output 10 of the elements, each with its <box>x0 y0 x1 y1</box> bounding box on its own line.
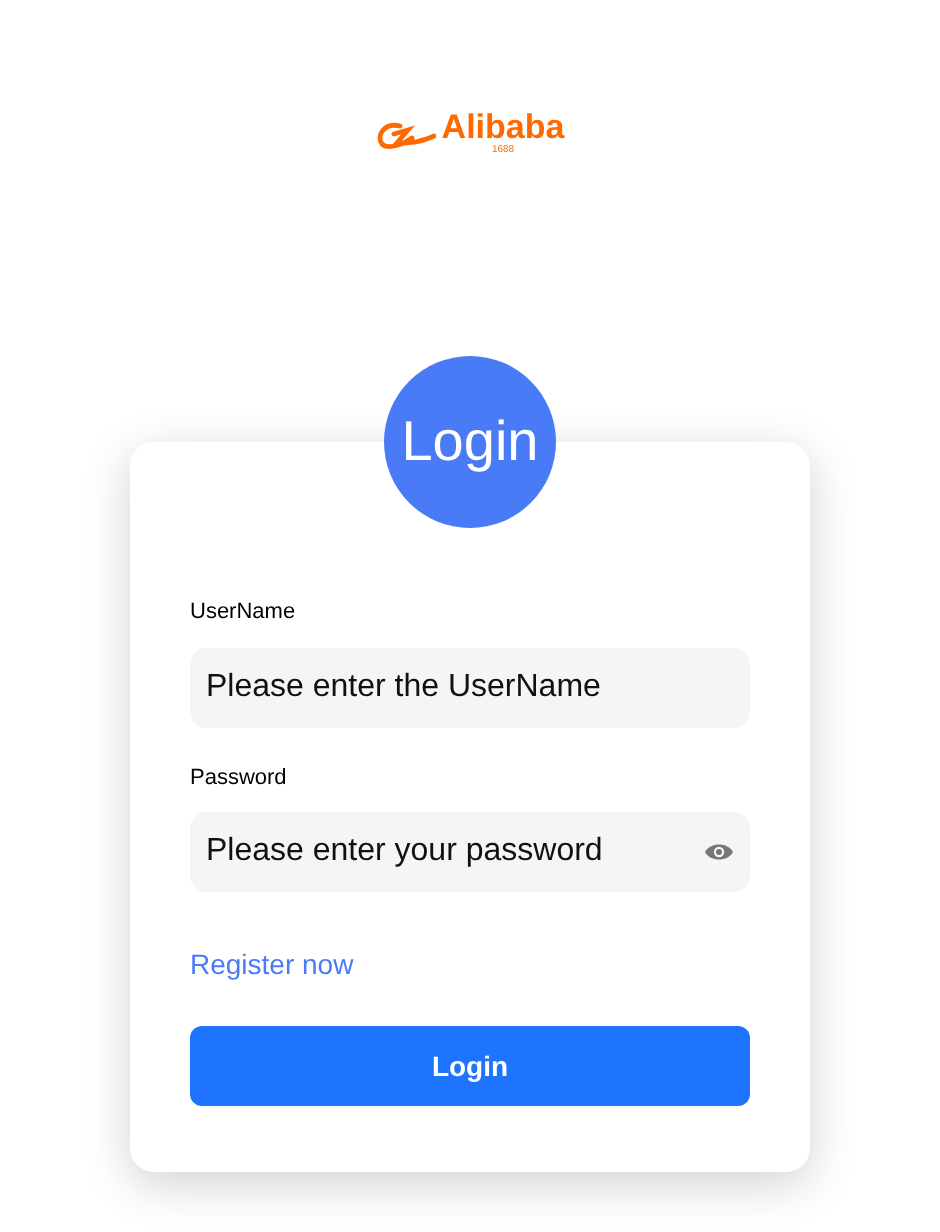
login-badge: Login <box>384 356 556 528</box>
logo-icon <box>375 120 436 152</box>
logo-text: Alibaba <box>441 112 565 144</box>
field-label: UserName <box>190 598 296 628</box>
eye-icon[interactable] <box>704 842 734 862</box>
field-label: Password <box>190 763 287 793</box>
login-button[interactable]: Login <box>190 1026 750 1106</box>
password-field[interactable]: Please enter your password <box>190 812 750 892</box>
register-link[interactable]: Register now <box>190 944 354 986</box>
username-field[interactable]: Please enter the UserName <box>190 647 750 727</box>
